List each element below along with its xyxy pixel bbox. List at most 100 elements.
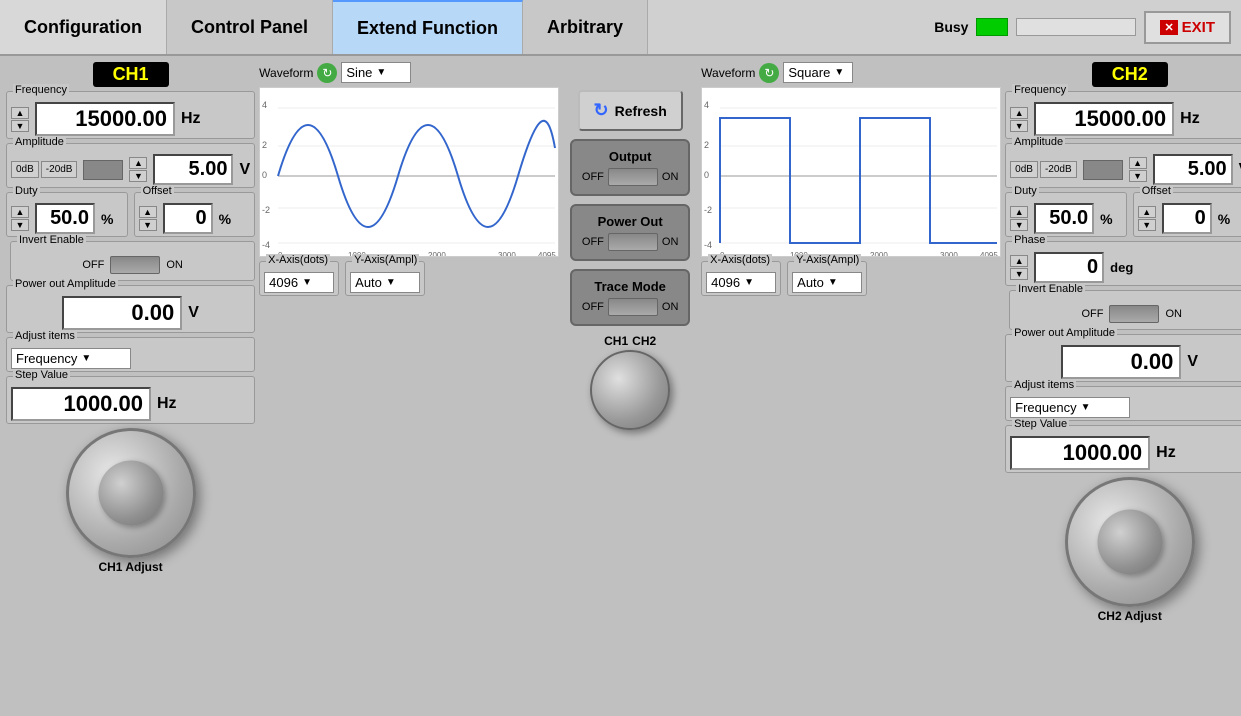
ch2-amplitude-down[interactable]: ▼ — [1129, 170, 1147, 182]
ch2-duty-stepper[interactable]: ▲ ▼ — [1010, 206, 1028, 231]
ch2-amplitude-stepper[interactable]: ▲ ▼ — [1129, 157, 1147, 182]
ch2-knob[interactable] — [1065, 477, 1195, 607]
ch1-amplitude-input[interactable] — [153, 154, 233, 185]
ch1-adjust-dropdown[interactable]: Frequency ▼ — [11, 348, 131, 369]
ch1-knob[interactable] — [66, 428, 196, 558]
ch2-xaxis-dropdown[interactable]: 4096 ▼ — [706, 272, 776, 293]
ch2-duty-offset-row: Duty ▲ ▼ % Offset ▲ ▼ — [1005, 192, 1241, 237]
ch1-invert-label: Invert Enable — [17, 234, 86, 246]
ch2-amplitude-up[interactable]: ▲ — [1129, 157, 1147, 169]
ch1-xaxis-arrow: ▼ — [302, 277, 312, 288]
refresh-button[interactable]: ↻ Refresh — [578, 90, 683, 131]
ch1-duty-input[interactable] — [35, 203, 95, 234]
ch2-frequency-input[interactable] — [1034, 102, 1174, 136]
ch2-frequency-stepper[interactable]: ▲ ▼ — [1010, 107, 1028, 132]
ch1-duty-stepper[interactable]: ▲ ▼ — [11, 206, 29, 231]
ch2-phase-label: Phase — [1012, 234, 1047, 246]
ch2-waveform-dropdown[interactable]: Square ▼ — [783, 62, 853, 83]
ch1-frequency-down[interactable]: ▼ — [11, 120, 29, 132]
svg-text:3000: 3000 — [940, 251, 958, 257]
ch1-frequency-stepper[interactable]: ▲ ▼ — [11, 107, 29, 132]
ch1-invert-toggle[interactable] — [110, 256, 160, 274]
ch1-amplitude-unit: V — [239, 161, 250, 179]
exit-icon: ✕ — [1160, 20, 1177, 35]
ch2-phase-unit: deg — [1110, 260, 1133, 275]
busy-area: Busy ✕ EXIT — [924, 0, 1241, 54]
exit-button[interactable]: ✕ EXIT — [1144, 11, 1231, 44]
ch1-waveform-dropdown[interactable]: Sine ▼ — [341, 62, 411, 83]
ch1-offset-up[interactable]: ▲ — [139, 206, 157, 218]
ch1-duty-up[interactable]: ▲ — [11, 206, 29, 218]
ch1-yaxis-dropdown[interactable]: Auto ▼ — [350, 272, 420, 293]
ch1-adjust-section: Adjust items Frequency ▼ — [6, 337, 255, 372]
ch2-amplitude-input[interactable] — [1153, 154, 1233, 185]
tab-configuration[interactable]: Configuration — [0, 0, 167, 54]
refresh-label: Refresh — [615, 103, 667, 119]
ch2-offset-stepper[interactable]: ▲ ▼ — [1138, 206, 1156, 231]
svg-text:0: 0 — [704, 170, 709, 180]
ch1-duty-down[interactable]: ▼ — [11, 219, 29, 231]
ch1-power-amp-unit: V — [188, 304, 199, 322]
trace-toggle[interactable] — [608, 298, 658, 316]
ch2-offset-down[interactable]: ▼ — [1138, 219, 1156, 231]
ch1-knob-inner — [98, 461, 163, 526]
ch2-waveform-label: Waveform — [701, 66, 755, 80]
ch2-invert-toggle[interactable] — [1109, 305, 1159, 323]
ch1-duty-label: Duty — [13, 185, 40, 197]
ch1-20db-button[interactable]: -20dB — [41, 161, 78, 178]
tab-arbitrary[interactable]: Arbitrary — [523, 0, 648, 54]
power-out-off-label: OFF — [582, 236, 604, 248]
ch1-amplitude-stepper[interactable]: ▲ ▼ — [129, 157, 147, 182]
ch1-offset-down[interactable]: ▼ — [139, 219, 157, 231]
ch2-waveform-arrow: ▼ — [834, 67, 844, 78]
ch1-power-amp-input[interactable] — [62, 296, 182, 330]
ch1-xaxis-label: X-Axis(dots) — [266, 254, 330, 266]
ch1-step-input[interactable] — [11, 387, 151, 421]
tab-control-panel[interactable]: Control Panel — [167, 0, 333, 54]
middle-panel: Waveform ↻ Sine ▼ 4 2 0 -2 -4 — [259, 62, 1001, 710]
tab-extend-function[interactable]: Extend Function — [333, 0, 523, 54]
ch2-offset-up[interactable]: ▲ — [1138, 206, 1156, 218]
ch2-adjust-dropdown[interactable]: Frequency ▼ — [1010, 397, 1130, 418]
ch1-offset-input[interactable] — [163, 203, 213, 234]
ch2-step-input[interactable] — [1010, 436, 1150, 470]
ch2-phase-up[interactable]: ▲ — [1010, 255, 1028, 267]
ch1-0db-button[interactable]: 0dB — [11, 161, 39, 178]
ch1-adjust-ch-label: CH1 Adjust — [98, 560, 162, 574]
ch12-knob[interactable] — [590, 350, 670, 430]
ch1-amplitude-label: Amplitude — [13, 136, 66, 148]
ch2-power-amp-input[interactable] — [1061, 345, 1181, 379]
ch2-yaxis-dropdown[interactable]: Auto ▼ — [792, 272, 862, 293]
ch2-phase-stepper[interactable]: ▲ ▼ — [1010, 255, 1028, 280]
ch2-db-buttons: 0dB -20dB — [1010, 161, 1076, 178]
ch1-amplitude-up[interactable]: ▲ — [129, 157, 147, 169]
trace-on-label: ON — [662, 301, 679, 313]
ch2-phase-input[interactable] — [1034, 252, 1104, 283]
ch2-waveform-refresh-icon[interactable]: ↻ — [759, 63, 779, 83]
ch2-frequency-up[interactable]: ▲ — [1010, 107, 1028, 119]
ch2-0db-button[interactable]: 0dB — [1010, 161, 1038, 178]
ch1-waveform-refresh-icon[interactable]: ↻ — [317, 63, 337, 83]
ch1-amplitude-down[interactable]: ▼ — [129, 170, 147, 182]
ch1-frequency-input[interactable] — [35, 102, 175, 136]
ch2-axis-controls: X-Axis(dots) 4096 ▼ Y-Axis(Ampl) Auto ▼ — [701, 261, 1001, 296]
ch1-xaxis-dropdown[interactable]: 4096 ▼ — [264, 272, 334, 293]
ch2-yaxis-arrow: ▼ — [828, 277, 838, 288]
ch2-db-display — [1083, 160, 1123, 180]
ch1-knob-area: CH1 Adjust — [6, 428, 255, 710]
ch2-offset-input[interactable] — [1162, 203, 1212, 234]
power-out-toggle[interactable] — [608, 233, 658, 251]
ch2-duty-input[interactable] — [1034, 203, 1094, 234]
ch2-frequency-down[interactable]: ▼ — [1010, 120, 1028, 132]
ch2-duty-up[interactable]: ▲ — [1010, 206, 1028, 218]
ch2-phase-down[interactable]: ▼ — [1010, 268, 1028, 280]
output-toggle[interactable] — [608, 168, 658, 186]
ch1-frequency-up[interactable]: ▲ — [11, 107, 29, 119]
ch1-step-label: Step Value — [13, 369, 70, 381]
ch1-offset-stepper[interactable]: ▲ ▼ — [139, 206, 157, 231]
ch2-duty-down[interactable]: ▼ — [1010, 219, 1028, 231]
ch1-invert-off: OFF — [82, 259, 104, 271]
ch1-waveform-value: Sine — [346, 65, 372, 80]
ch2-20db-button[interactable]: -20dB — [1040, 161, 1077, 178]
svg-text:2: 2 — [262, 140, 267, 150]
